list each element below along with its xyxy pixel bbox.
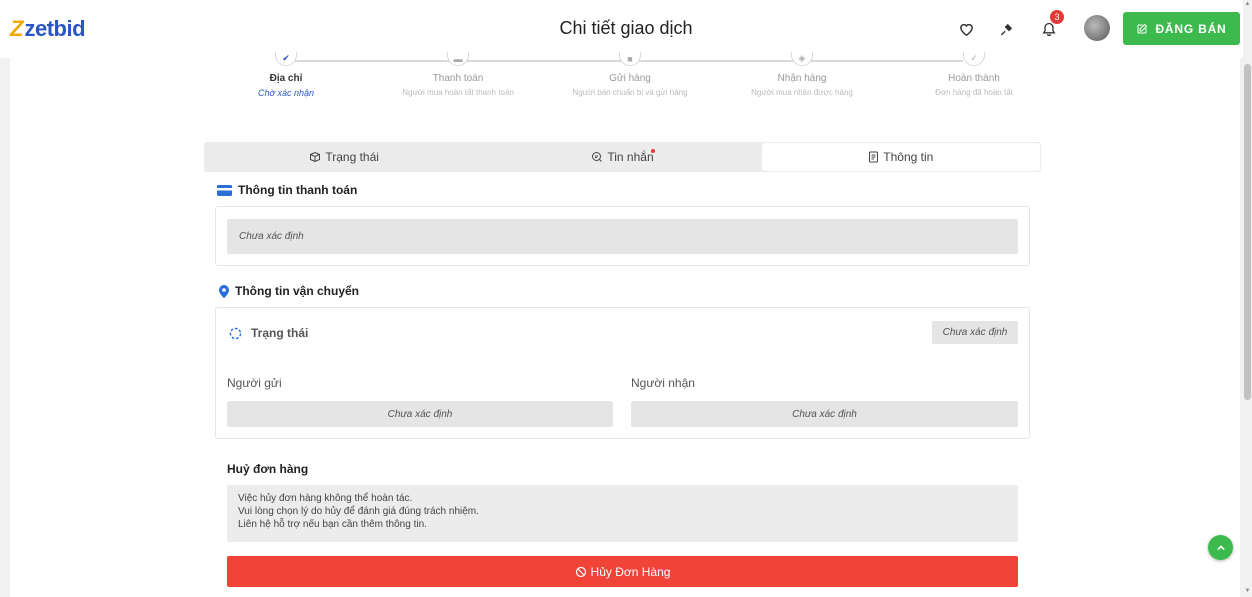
cancel-warning-line: Liên hệ hỗ trợ nếu bạn cần thêm thông ti…: [238, 519, 427, 530]
transaction-detail-panel: ✔ Địa chỉ Chờ xác nhận ▬ Thanh toán Ngườ…: [10, 52, 1240, 597]
chevron-up-icon: [1216, 544, 1225, 550]
payment-section-title: Thông tin thanh toán: [217, 183, 357, 197]
cancel-warning: Việc hủy đơn hàng không thể hoàn tác. Vu…: [227, 485, 1018, 542]
scroll-to-top-button[interactable]: [1208, 535, 1233, 560]
unread-dot: [651, 149, 656, 153]
tab-status[interactable]: Trạng thái: [205, 143, 483, 171]
section-title-text: Huỷ đơn hàng: [227, 462, 309, 476]
logo-text: zetbid: [24, 16, 86, 41]
page-title: Chi tiết giao dịch: [559, 18, 693, 38]
edit-icon: [1137, 23, 1148, 33]
sell-button[interactable]: ĐĂNG BÁN: [1123, 12, 1240, 45]
scroll-up-arrow-icon[interactable]: ▲: [1244, 1, 1251, 9]
shipping-section-title: Thông tin vận chuyển: [219, 284, 359, 298]
scrollbar[interactable]: ▲ ▼: [1243, 0, 1252, 597]
avatar[interactable]: [1084, 15, 1110, 41]
section-title-text: Thông tin thanh toán: [238, 183, 358, 197]
step-payment: ▬ Thanh toán Người mua hoàn tất thanh to…: [372, 52, 544, 97]
step-label: Nhận hàng: [777, 73, 827, 84]
sell-button-label: ĐĂNG BÁN: [1155, 21, 1227, 36]
step-label: Địa chỉ: [269, 73, 303, 84]
auction-button[interactable]: [991, 14, 1021, 44]
step-shipping: ■ Gửi hàng Người bán chuẩn bị và gửi hàn…: [544, 52, 716, 97]
truck-icon: ■: [619, 52, 641, 66]
cancel-section-title: Huỷ đơn hàng: [227, 462, 308, 476]
package-icon: ◈: [791, 52, 813, 66]
box-icon: [310, 151, 321, 163]
location-pin-icon: [219, 284, 229, 298]
step-sub: Người mua hoàn tất thanh toán: [402, 88, 514, 97]
section-title-text: Thông tin vận chuyển: [235, 284, 360, 298]
truck-icon: ✔: [275, 52, 297, 66]
logo-mark-icon: Z: [10, 16, 24, 41]
tab-info[interactable]: Thông tin: [761, 143, 1040, 171]
sender-value: Chưa xác định: [227, 401, 613, 427]
favorite-button[interactable]: [951, 14, 981, 44]
shipping-status-value: Chưa xác định: [932, 321, 1018, 344]
credit-card-icon: [217, 184, 232, 196]
cancel-warning-line: Vui lòng chọn lý do hủy để đánh giá đúng…: [238, 506, 479, 517]
step-sub: Đơn hàng đã hoàn tất: [935, 88, 1013, 97]
chat-icon: [592, 152, 603, 162]
receiver-label: Người nhận: [631, 376, 695, 390]
card-icon: ▬: [447, 52, 469, 66]
loading-icon: [229, 327, 242, 339]
ban-icon: [575, 566, 586, 577]
cancel-warning-line: Việc hủy đơn hàng không thể hoàn tác.: [238, 493, 413, 504]
gavel-icon: [1000, 23, 1012, 35]
tab-label: Thông tin: [883, 150, 934, 164]
cancel-order-button[interactable]: Hủy Đơn Hàng: [227, 556, 1018, 587]
shipping-status-row: Trạng thái: [229, 326, 308, 340]
document-icon: [869, 151, 879, 163]
shipping-status-label: Trạng thái: [251, 326, 309, 340]
notifications-button[interactable]: 3: [1034, 10, 1064, 44]
logo[interactable]: Z zetbid: [10, 16, 86, 42]
step-sub: Chờ xác nhận: [258, 88, 314, 98]
step-address: ✔ Địa chỉ Chờ xác nhận: [200, 52, 372, 98]
scroll-thumb[interactable]: [1244, 64, 1251, 400]
step-label: Hoàn thành: [948, 73, 1000, 84]
receiver-value: Chưa xác định: [631, 401, 1018, 427]
step-receive: ◈ Nhận hàng Người mua nhận được hàng: [716, 52, 888, 97]
payment-value: Chưa xác định: [227, 219, 1018, 254]
cancel-order-label: Hủy Đơn Hàng: [590, 564, 671, 579]
order-progress-stepper: ✔ Địa chỉ Chờ xác nhận ▬ Thanh toán Ngườ…: [200, 52, 1060, 134]
step-sub: Người bán chuẩn bị và gửi hàng: [572, 88, 688, 97]
heart-icon: [959, 23, 973, 36]
check-icon: ✓: [963, 52, 985, 66]
shipping-panel: Trạng thái Chưa xác định Người gửi Chưa …: [215, 307, 1030, 439]
step-complete: ✓ Hoàn thành Đơn hàng đã hoàn tất: [888, 52, 1060, 97]
tab-label: Tin nhắn: [607, 150, 654, 164]
step-sub: Người mua nhận được hàng: [751, 88, 853, 97]
detail-tabs: Trạng thái Tin nhắn Thông tin: [204, 142, 1041, 172]
tab-label: Trạng thái: [325, 150, 379, 164]
app-header: Z zetbid Chi tiết giao dịch 3 ĐĂNG BÁN: [0, 0, 1252, 58]
tab-messages[interactable]: Tin nhắn: [483, 143, 761, 171]
sender-label: Người gửi: [227, 376, 282, 390]
step-label: Gửi hàng: [609, 73, 651, 84]
scroll-down-arrow-icon[interactable]: ▼: [1244, 588, 1251, 596]
notification-badge: 3: [1050, 10, 1064, 24]
payment-panel: Chưa xác định: [215, 206, 1030, 266]
step-label: Thanh toán: [432, 73, 484, 84]
